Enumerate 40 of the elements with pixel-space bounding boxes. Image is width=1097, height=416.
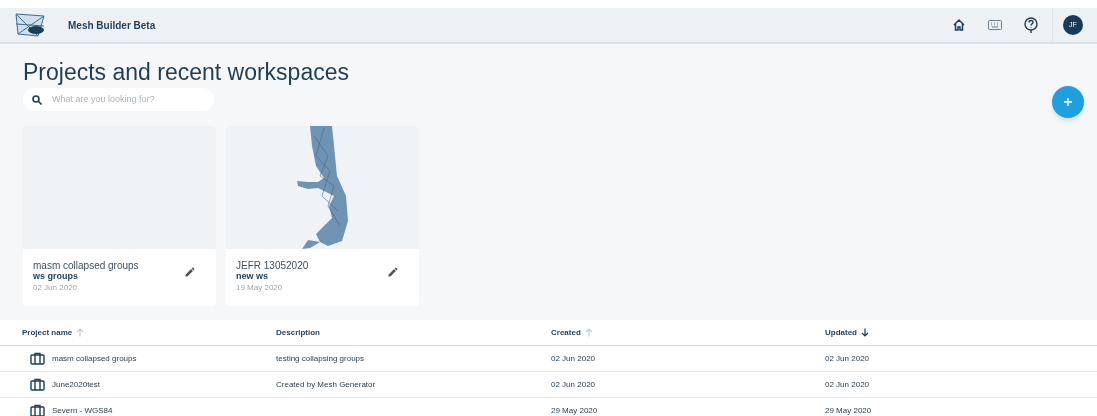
page-title: Projects and recent workspaces — [23, 58, 349, 86]
table-cell: 02 Jun 2020 — [825, 353, 870, 363]
table-cell: testing collapsing groups — [276, 353, 365, 363]
column-header[interactable]: Description — [276, 326, 320, 339]
briefcase-icon — [30, 352, 45, 365]
table-cell[interactable]: June2020test — [52, 378, 101, 391]
arrow-down-icon[interactable] — [861, 328, 869, 337]
workspace-date: 02 Jun 2020 — [33, 282, 79, 293]
workspace-name: ws groups — [33, 271, 79, 282]
logo-icon — [14, 12, 48, 38]
pencil-icon[interactable] — [184, 266, 196, 278]
column-header[interactable]: Created — [551, 326, 581, 339]
table-cell: 02 Jun 2020 — [551, 353, 596, 363]
table-cell: 29 May 2020 — [825, 405, 872, 415]
project-name: masm collapsed groups — [33, 260, 139, 271]
workspace-date: 19 May 2020 — [236, 282, 284, 293]
workspace-card[interactable]: JEFR 13052020 new ws 19 May 2020 — [226, 126, 419, 306]
search-input[interactable]: What are you looking for? — [52, 92, 202, 107]
add-button[interactable] — [1052, 86, 1084, 118]
column-header[interactable]: Project name — [22, 326, 73, 339]
pencil-icon[interactable] — [387, 266, 399, 278]
briefcase-icon — [30, 404, 45, 416]
home-icon[interactable] — [952, 18, 966, 32]
search-icon — [32, 94, 42, 105]
table-cell: Created by Mesh Generator — [276, 379, 376, 389]
search-field[interactable]: What are you looking for? — [23, 88, 214, 111]
table-cell: 02 Jun 2020 — [551, 379, 596, 389]
workspace-card[interactable]: masm collapsed groups ws groups 02 Jun 2020 — [23, 126, 216, 306]
column-header[interactable]: Updated — [825, 326, 857, 339]
help-icon[interactable] — [1024, 17, 1038, 33]
workspace-name: new ws — [236, 271, 269, 282]
table-cell[interactable]: Severn - WGS84 — [52, 404, 113, 416]
project-name: JEFR 13052020 — [236, 260, 309, 271]
app-name: Mesh Builder Beta — [68, 18, 156, 33]
table-cell: 02 Jun 2020 — [825, 379, 870, 389]
briefcase-icon — [30, 378, 45, 391]
keyboard-icon[interactable] — [988, 20, 1002, 30]
plus-icon — [1063, 97, 1073, 107]
table-cell[interactable]: masm collapsed groups — [52, 352, 137, 365]
table-cell: 29 May 2020 — [551, 405, 598, 415]
